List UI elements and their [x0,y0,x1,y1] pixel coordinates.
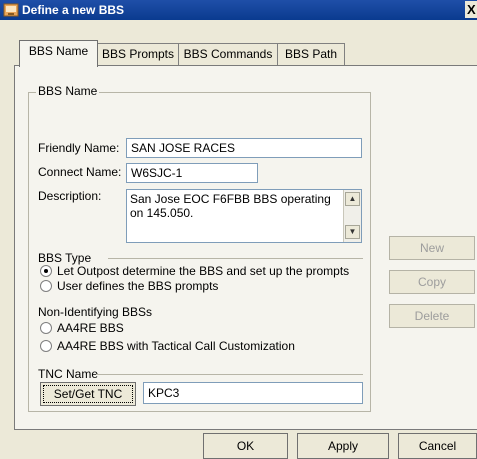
description-label: Description: [38,189,102,203]
title-bar: Define a new BBS X [0,0,477,20]
tab-bbs-path[interactable]: BBS Path [277,43,345,65]
tab-bbs-commands[interactable]: BBS Commands [178,43,278,65]
copy-button[interactable]: Copy [389,270,475,294]
bbs-type-legend: BBS Type [38,251,92,265]
friendly-name-field[interactable]: SAN JOSE RACES [126,138,362,158]
radio-user-defines-prompts[interactable] [40,280,52,292]
tnc-name-separator [96,374,363,375]
scroll-down-icon[interactable]: ▼ [345,225,360,239]
window-title: Define a new BBS [22,3,125,17]
connect-name-field[interactable]: W6SJC-1 [126,163,258,183]
bbs-name-legend: BBS Name [36,84,100,98]
app-icon [3,3,19,17]
define-bbs-dialog: Define a new BBS X BBS Name BBS Prompts … [0,0,477,459]
ok-button[interactable]: OK [203,433,288,459]
tnc-name-field[interactable]: KPC3 [143,382,363,404]
description-scrollbar[interactable]: ▲ ▼ [343,190,361,242]
new-button[interactable]: New [389,236,475,260]
connect-name-label: Connect Name: [38,165,122,179]
tnc-name-legend: TNC Name [38,367,99,381]
delete-button[interactable]: Delete [389,304,475,328]
cancel-button[interactable]: Cancel [398,433,477,459]
non-identifying-legend: Non-Identifying BBSs [38,305,153,319]
radio-user-defines-label[interactable]: User defines the BBS prompts [57,279,218,293]
radio-let-outpost-label[interactable]: Let Outpost determine the BBS and set up… [57,264,349,278]
description-textarea[interactable]: San Jose EOC F6FBB BBS operating on 145.… [126,189,362,243]
radio-let-outpost-determine[interactable] [40,265,52,277]
radio-aa4re-bbs[interactable] [40,322,52,334]
radio-aa4re-tactical-label[interactable]: AA4RE BBS with Tactical Call Customizati… [57,339,295,353]
tab-bbs-name[interactable]: BBS Name [19,40,98,67]
radio-aa4re-label[interactable]: AA4RE BBS [57,321,124,335]
scroll-up-icon[interactable]: ▲ [345,192,360,206]
bbs-type-separator [108,258,363,259]
close-button[interactable]: X [465,1,477,18]
set-get-tnc-button[interactable]: Set/Get TNC [40,382,136,406]
radio-aa4re-tactical[interactable] [40,340,52,352]
apply-button[interactable]: Apply [297,433,389,459]
tab-bbs-prompts[interactable]: BBS Prompts [97,43,179,65]
friendly-name-label: Friendly Name: [38,141,120,155]
